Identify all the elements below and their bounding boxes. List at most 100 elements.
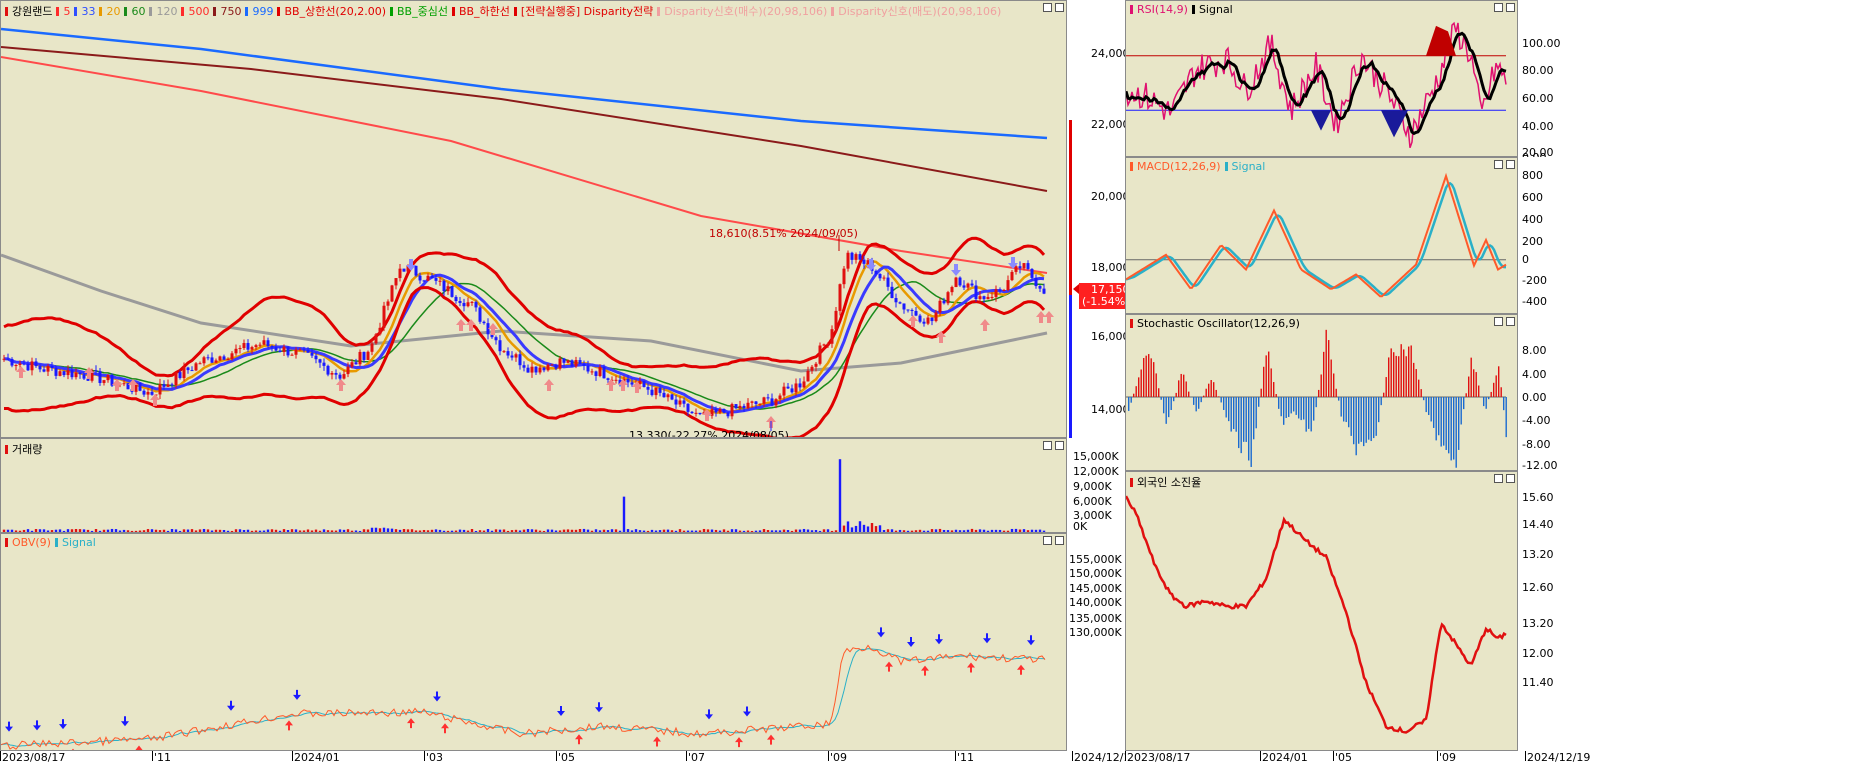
maximize-icon[interactable] <box>1494 160 1503 169</box>
stochastic-bar <box>1435 397 1437 441</box>
obv-sell-arrow <box>227 700 235 711</box>
candle-body <box>922 321 926 324</box>
candle-body <box>918 315 922 322</box>
rsi-panel[interactable]: RSI(14,9) Signal <box>1125 0 1518 157</box>
legend-swatch <box>451 7 455 16</box>
stochastic-bar <box>1280 397 1282 417</box>
stochastic-bar <box>1473 369 1475 397</box>
stochastic-bar <box>1428 397 1430 416</box>
volume-bar <box>6 529 10 532</box>
volume-bar <box>574 529 578 532</box>
volume-bar <box>670 530 674 532</box>
maximize-icon[interactable] <box>1043 441 1052 450</box>
close-icon[interactable] <box>1055 3 1064 12</box>
volume-bar <box>278 530 282 532</box>
volume-bar <box>942 529 946 532</box>
volume-bar <box>470 529 474 532</box>
candle-body <box>446 286 450 292</box>
foreign-axis-label: 14.40 <box>1522 518 1554 531</box>
volume-panel[interactable]: 거래량 <box>0 438 1067 533</box>
stochastic-bar <box>1398 356 1400 397</box>
volume-bar <box>626 529 630 532</box>
legend-item: 750 <box>220 5 242 18</box>
candle-body <box>966 283 970 288</box>
stochastic-bar <box>1325 329 1327 397</box>
volume-bar <box>290 529 294 532</box>
legend-swatch <box>124 7 128 16</box>
maximize-icon[interactable] <box>1494 3 1503 12</box>
stochastic-bar <box>1445 397 1447 450</box>
obv-panel[interactable]: OBV(9) Signal <box>0 533 1067 751</box>
candle-body <box>542 367 546 371</box>
foreign-axis-label: 12.00 <box>1522 647 1554 660</box>
x-tick <box>828 751 829 761</box>
candle-body <box>478 307 482 322</box>
macd-panel[interactable]: MACD(12,26,9) Signal <box>1125 157 1518 314</box>
obv-line <box>1 644 1046 750</box>
legend-swatch <box>5 7 8 16</box>
stochastic-bar <box>1185 381 1187 397</box>
x-axis-label: '03 <box>426 751 444 764</box>
stochastic-bar <box>1403 349 1405 397</box>
candle-body <box>142 390 146 395</box>
stochastic-bar <box>1408 346 1410 397</box>
volume-bar <box>818 530 822 532</box>
stochastic-bar <box>1245 397 1247 442</box>
foreign-axis: 15.60 14.40 13.20 12.60 13.20 12.00 11.40 <box>1518 471 1871 751</box>
candle-body <box>986 296 990 300</box>
candle-body <box>914 310 918 316</box>
candle-body <box>294 349 298 355</box>
close-icon[interactable] <box>1506 3 1515 12</box>
volume-bar <box>662 529 666 532</box>
volume-bar <box>354 530 358 532</box>
price-panel[interactable]: 강원랜드 5 33 20 60 120 500 750 999 BB_상한선(20,2.00) BB… <box>0 0 1067 438</box>
maximize-icon[interactable] <box>1043 3 1052 12</box>
volume-axis-label: 6,000K <box>1073 495 1112 508</box>
close-icon[interactable] <box>1506 474 1515 483</box>
price-axis-label: 14,000 <box>1091 403 1130 416</box>
stochastic-bar <box>1215 389 1217 397</box>
foreign-ownership-panel[interactable]: 외국인 소진율 <box>1125 471 1518 751</box>
candle-body <box>382 305 386 328</box>
maximize-icon[interactable] <box>1494 317 1503 326</box>
macd-axis-label: -200 <box>1522 274 1547 287</box>
buy-signal-arrow <box>456 319 466 331</box>
candle-body <box>166 384 170 387</box>
close-icon[interactable] <box>1506 160 1515 169</box>
x-tick <box>292 751 293 761</box>
volume-bar <box>410 529 414 532</box>
candle-body <box>314 355 318 360</box>
volume-bar <box>606 530 610 532</box>
volume-bar <box>978 529 982 532</box>
candle-body <box>494 337 498 341</box>
volume-bar <box>514 529 518 532</box>
volume-bar <box>454 530 458 532</box>
candle-body <box>282 346 286 352</box>
stochastic-bar <box>1173 397 1175 402</box>
close-icon[interactable] <box>1506 317 1515 326</box>
stochastic-panel[interactable]: Stochastic Oscillator(12,26,9) <box>1125 314 1518 471</box>
maximize-icon[interactable] <box>1494 474 1503 483</box>
stochastic-bar <box>1413 362 1415 397</box>
stochastic-bar <box>1258 397 1260 407</box>
obv-axis-label: 155,000K <box>1069 553 1122 566</box>
candle-body <box>286 346 290 356</box>
stochastic-bar <box>1400 344 1402 397</box>
volume-bar <box>426 530 430 532</box>
stochastic-bar <box>1220 397 1222 403</box>
candle-body <box>630 382 634 385</box>
stochastic-bar <box>1393 352 1395 397</box>
volume-bar <box>558 530 562 532</box>
volume-bar <box>490 530 494 532</box>
stochastic-bar <box>1235 397 1237 432</box>
close-icon[interactable] <box>1055 536 1064 545</box>
close-icon[interactable] <box>1055 441 1064 450</box>
volume-bar <box>530 529 534 532</box>
stochastic-bar <box>1240 397 1242 454</box>
volume-bar <box>134 530 138 532</box>
stochastic-bar <box>1395 355 1397 397</box>
candle-body <box>394 278 398 286</box>
candle-body <box>1030 268 1034 278</box>
stochastic-bar <box>1270 368 1272 397</box>
maximize-icon[interactable] <box>1043 536 1052 545</box>
